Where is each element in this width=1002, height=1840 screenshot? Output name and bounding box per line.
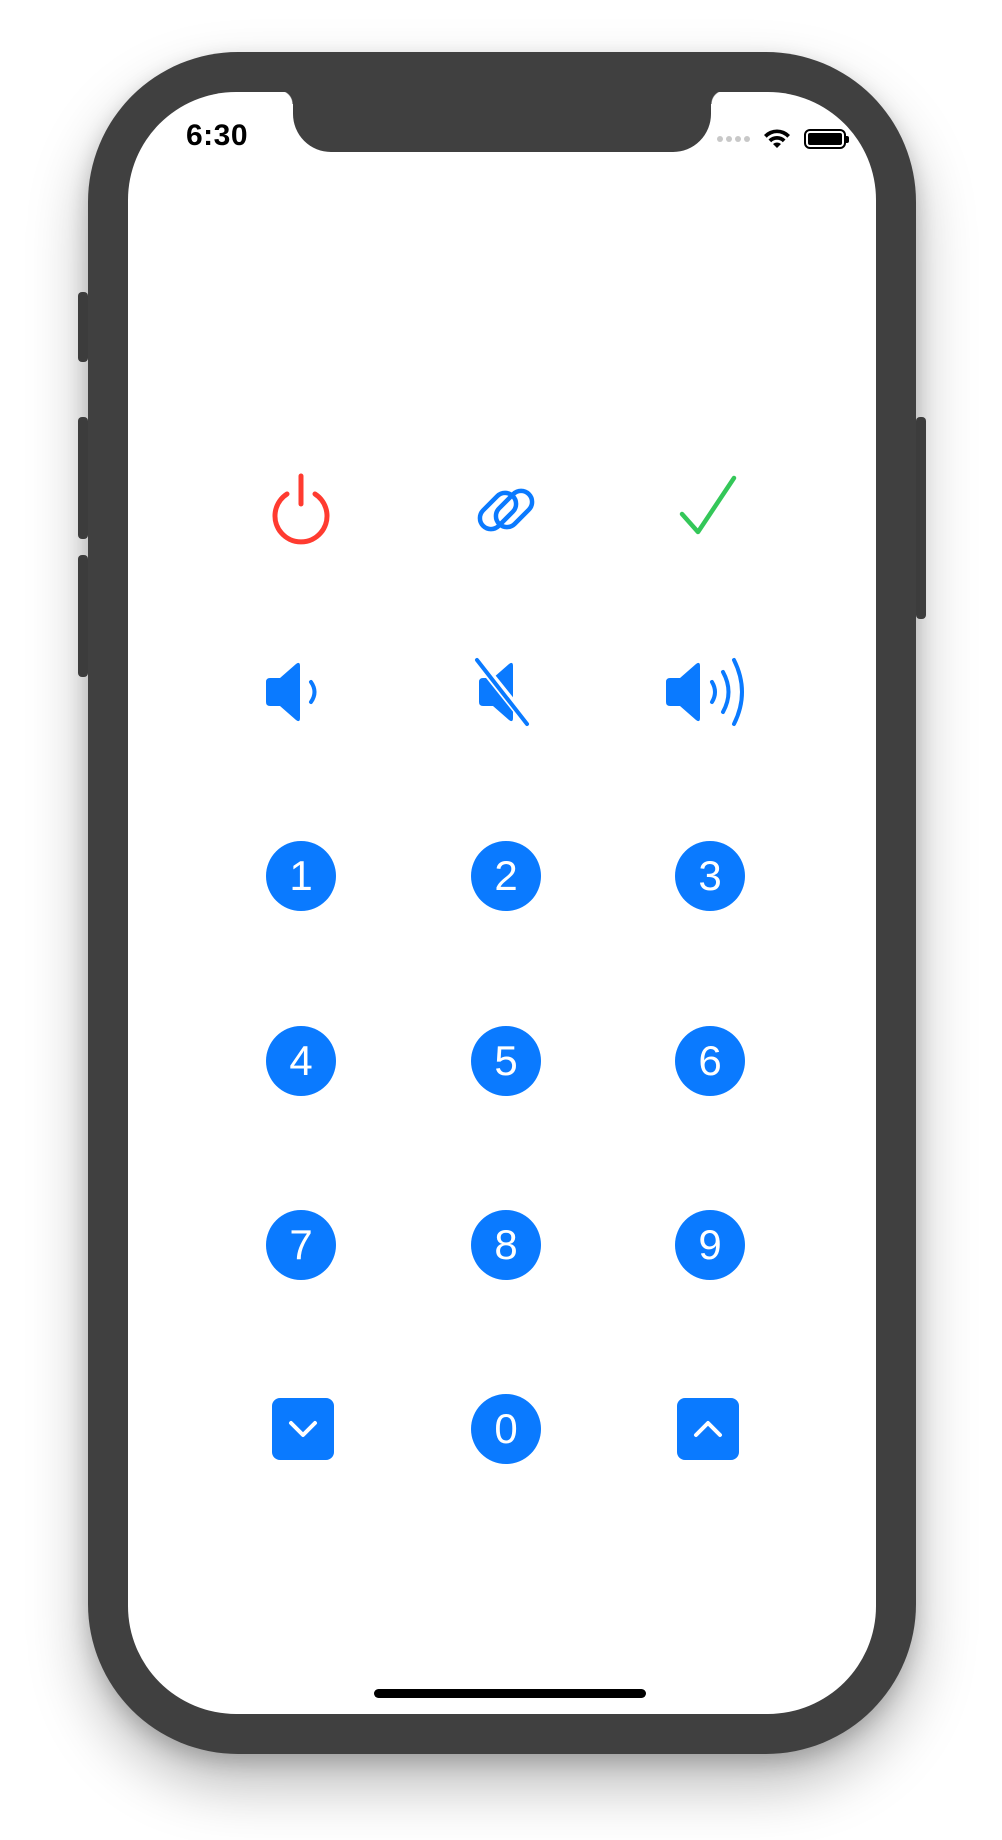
key-0-label: 0	[471, 1394, 541, 1464]
phone-frame: 6:30 1 2 3 4 5 6 7 8 9 0	[78, 52, 926, 1754]
checkmark-icon	[679, 475, 737, 535]
key-0[interactable]: 0	[451, 1374, 561, 1484]
key-6-label: 6	[675, 1026, 745, 1096]
key-1-label: 1	[266, 841, 336, 911]
speaker-high-icon	[666, 658, 744, 726]
key-3-label: 3	[675, 841, 745, 911]
channel-down-button[interactable]	[248, 1374, 358, 1484]
key-5-label: 5	[471, 1026, 541, 1096]
power-button[interactable]	[246, 455, 356, 565]
channel-down-square	[272, 1398, 334, 1460]
power-icon	[272, 473, 330, 545]
key-7[interactable]: 7	[246, 1190, 356, 1300]
chevron-down-icon	[289, 1421, 317, 1437]
key-4[interactable]: 4	[246, 1006, 356, 1116]
chevron-up-icon	[694, 1421, 722, 1437]
link-icon	[477, 488, 535, 532]
power-side-button	[916, 417, 926, 619]
key-9[interactable]: 9	[655, 1190, 765, 1300]
screen: 6:30 1 2 3 4 5 6 7 8 9 0	[128, 92, 876, 1714]
key-3[interactable]: 3	[655, 821, 765, 931]
link-button[interactable]	[451, 455, 561, 565]
confirm-button[interactable]	[655, 455, 765, 565]
volume-up-side-button	[78, 417, 88, 539]
silent-switch	[78, 292, 88, 362]
volume-down-button[interactable]	[246, 637, 356, 747]
button-grid: 1 2 3 4 5 6 7 8 9 0	[128, 92, 876, 1714]
stage: 6:30 1 2 3 4 5 6 7 8 9 0	[0, 0, 1002, 1840]
key-8[interactable]: 8	[451, 1190, 561, 1300]
key-8-label: 8	[471, 1210, 541, 1280]
home-indicator[interactable]	[374, 1689, 646, 1698]
key-9-label: 9	[675, 1210, 745, 1280]
key-7-label: 7	[266, 1210, 336, 1280]
channel-up-square	[677, 1398, 739, 1460]
volume-up-button[interactable]	[655, 637, 765, 747]
key-4-label: 4	[266, 1026, 336, 1096]
speaker-muted-icon	[474, 657, 532, 727]
key-2[interactable]: 2	[451, 821, 561, 931]
speaker-low-icon	[266, 662, 317, 722]
volume-down-side-button	[78, 555, 88, 677]
key-6[interactable]: 6	[655, 1006, 765, 1116]
channel-up-button[interactable]	[653, 1374, 763, 1484]
mute-button[interactable]	[451, 637, 561, 747]
key-1[interactable]: 1	[246, 821, 356, 931]
key-2-label: 2	[471, 841, 541, 911]
key-5[interactable]: 5	[451, 1006, 561, 1116]
